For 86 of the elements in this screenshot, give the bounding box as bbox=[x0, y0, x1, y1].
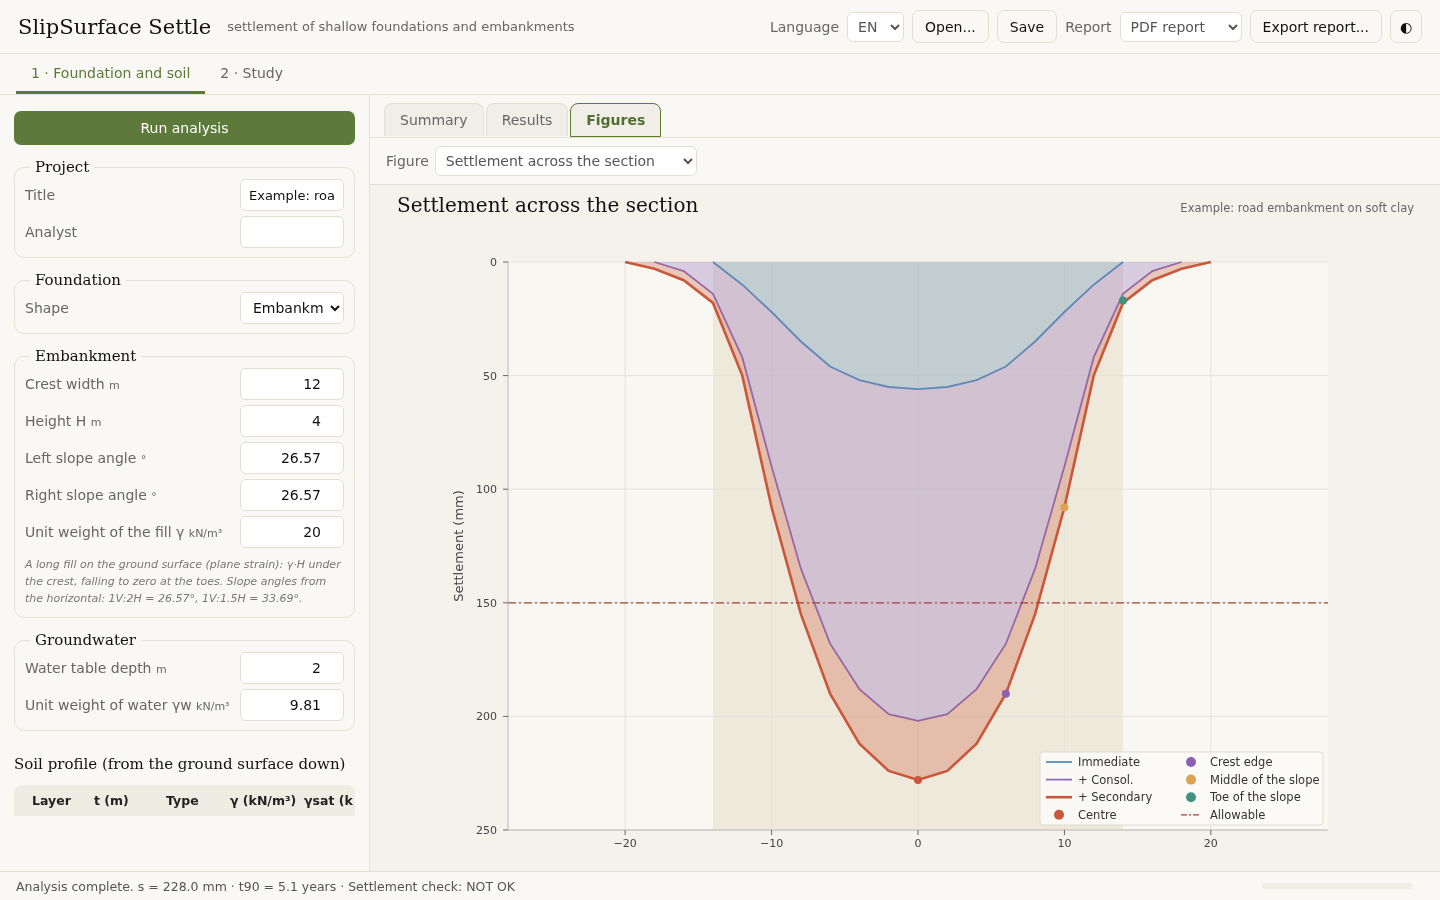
legend-dot-icon bbox=[1186, 774, 1196, 785]
result-tab[interactable]: Figures bbox=[570, 103, 662, 137]
language-dropdown[interactable]: EN bbox=[847, 11, 905, 42]
report-dropdown[interactable]: PDF report bbox=[1119, 11, 1242, 42]
input-field[interactable]: 4 bbox=[240, 405, 344, 437]
legend-line-icon bbox=[1046, 795, 1072, 799]
step-tab[interactable]: 1 · Foundation and soil bbox=[16, 54, 206, 94]
open-button[interactable]: Open... bbox=[912, 10, 989, 43]
axis-title: Settlement (mm) bbox=[451, 490, 466, 602]
figure-label: Figure bbox=[386, 153, 429, 169]
tick-label: 20 bbox=[1203, 837, 1218, 850]
tick-label: 10 bbox=[1057, 837, 1072, 850]
soil-profile-title: Soil profile (from the ground surface down) bbox=[14, 755, 347, 773]
input-field[interactable]: 26.57 bbox=[240, 479, 344, 511]
legend-dot-icon bbox=[1186, 792, 1196, 803]
field-label: Height H m bbox=[25, 413, 102, 429]
app-subtitle: settlement of shallow foundations and embankments bbox=[227, 19, 576, 34]
field-label: Unit weight of water γw kN/m³ bbox=[25, 697, 230, 713]
tick-label: 50 bbox=[483, 369, 497, 383]
tick-label: 0 bbox=[914, 837, 922, 850]
field-label: Shape bbox=[25, 300, 69, 316]
column-header: γ (kN/m³) bbox=[230, 793, 298, 808]
tick-label: 200 bbox=[476, 710, 497, 724]
save-button[interactable]: Save bbox=[996, 10, 1058, 43]
column-header: t (m) bbox=[94, 793, 130, 808]
field-label: Left slope angle ° bbox=[25, 450, 147, 466]
field-label: Right slope angle ° bbox=[25, 487, 157, 503]
y-tick bbox=[502, 488, 509, 490]
y-tick bbox=[502, 829, 509, 831]
legend-label: + Secondary bbox=[1078, 790, 1153, 805]
tick-label: −10 bbox=[759, 837, 784, 850]
figure-dropdown[interactable]: Settlement across the section bbox=[434, 146, 697, 176]
result-tab[interactable]: Results bbox=[485, 103, 569, 136]
figure-title: Settlement across the section bbox=[397, 193, 699, 217]
tick-label: 150 bbox=[476, 596, 497, 610]
tick-label: 100 bbox=[476, 483, 497, 497]
legend-dot-icon bbox=[1054, 809, 1064, 820]
legend-line-icon bbox=[1180, 814, 1202, 816]
input-field[interactable]: 20 bbox=[240, 516, 344, 548]
legend-line-icon bbox=[1045, 761, 1073, 763]
input-field[interactable]: 26.57 bbox=[240, 442, 344, 474]
help-note: A long fill on the ground surface (plane strain): γ·H under the crest, falling to zero at the toes. Slope angles from the horizontal: 1V:2H = 26.57°, 1V:1.5H = 33.69°. bbox=[25, 557, 343, 607]
field-label: Title bbox=[25, 187, 55, 203]
y-tick bbox=[502, 602, 509, 604]
y-tick bbox=[502, 261, 509, 263]
section-title: Groundwater bbox=[34, 631, 137, 649]
legend-label: Centre bbox=[1078, 807, 1117, 822]
legend-label: Allowable bbox=[1210, 807, 1266, 822]
legend-line-icon bbox=[1045, 778, 1073, 781]
legend-label: + Consol. bbox=[1078, 772, 1134, 787]
result-tab[interactable]: Summary bbox=[384, 103, 484, 136]
app-title: SlipSurface Settle bbox=[18, 14, 212, 39]
y-tick bbox=[502, 375, 509, 377]
theme-toggle-button[interactable]: ◐ bbox=[1390, 10, 1422, 43]
column-header: Type bbox=[166, 793, 200, 808]
input-field[interactable]: 9.81 bbox=[240, 689, 344, 721]
run-analysis-button[interactable]: Run analysis bbox=[14, 111, 355, 145]
tick-label: −20 bbox=[613, 837, 637, 850]
legend-dot-icon bbox=[1186, 757, 1196, 767]
input-field[interactable] bbox=[240, 216, 344, 248]
legend-label: Toe of the slope bbox=[1210, 790, 1301, 805]
tick-label: 0 bbox=[490, 256, 497, 269]
legend-label: Immediate bbox=[1078, 755, 1140, 769]
y-tick bbox=[502, 715, 509, 717]
report-label: Report bbox=[1065, 18, 1112, 35]
field-label: Water table depth m bbox=[25, 660, 167, 676]
legend-label: Crest edge bbox=[1210, 755, 1273, 769]
legend-label: Middle of the slope bbox=[1210, 772, 1320, 787]
tick-label: 250 bbox=[476, 824, 497, 837]
field-label: Crest width m bbox=[25, 376, 120, 392]
status-message: Analysis complete. s = 228.0 mm · t90 = 5.1 years · Settlement check: NOT OK bbox=[16, 878, 516, 894]
field-label: Analyst bbox=[25, 224, 77, 240]
section-title: Embankment bbox=[34, 347, 138, 365]
section-title: Foundation bbox=[34, 271, 122, 289]
input-field[interactable]: 12 bbox=[240, 368, 344, 400]
step-tab[interactable]: 2 · Study bbox=[205, 54, 298, 94]
column-header: γsat (k bbox=[304, 793, 354, 808]
language-label: Language bbox=[769, 18, 840, 35]
input-field[interactable]: 2 bbox=[240, 652, 344, 684]
input-field[interactable]: Example: roa bbox=[240, 179, 344, 211]
export-report-button[interactable]: Export report... bbox=[1249, 10, 1382, 43]
shape-dropdown[interactable]: Embankm bbox=[240, 292, 344, 324]
field-label: Unit weight of the fill γ kN/m³ bbox=[25, 524, 223, 540]
column-header: Layer bbox=[32, 793, 72, 808]
section-title: Project bbox=[34, 158, 91, 176]
figure-subtitle: Example: road embankment on soft clay bbox=[1180, 201, 1414, 215]
